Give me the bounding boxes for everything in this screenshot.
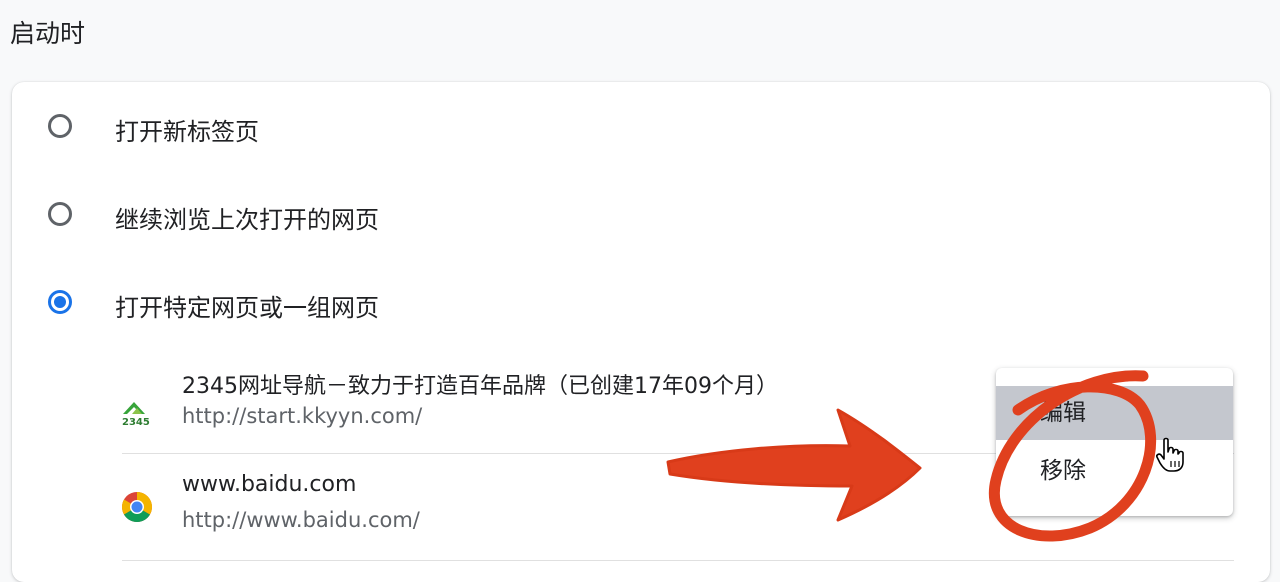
- page-url: http://start.kkyyn.com/: [182, 404, 423, 428]
- context-menu: 编辑 移除: [996, 368, 1233, 516]
- page-url: http://www.baidu.com/: [182, 508, 420, 532]
- startup-option-new-tab[interactable]: 打开新标签页: [12, 98, 1270, 158]
- startup-option-label: 打开新标签页: [115, 118, 259, 146]
- page-title: www.baidu.com: [182, 472, 357, 497]
- hand-pointer-cursor-icon: [1156, 437, 1184, 472]
- startup-option-label: 打开特定网页或一组网页: [115, 294, 379, 322]
- divider: [122, 560, 1234, 561]
- section-title: 启动时: [10, 19, 86, 48]
- radio-continue[interactable]: [48, 202, 72, 226]
- 2345-logo-text: 2345: [122, 417, 150, 428]
- chrome-icon: [121, 492, 153, 523]
- startup-option-label: 继续浏览上次打开的网页: [115, 206, 379, 234]
- startup-option-specific-pages[interactable]: 打开特定网页或一组网页: [12, 274, 1270, 334]
- 2345-logo-icon: 2345: [122, 402, 150, 428]
- startup-option-continue[interactable]: 继续浏览上次打开的网页: [12, 186, 1270, 246]
- page-title: 2345网址导航－致力于打造百年品牌（已创建17年09个月）: [182, 374, 778, 399]
- menu-item-edit[interactable]: 编辑: [996, 386, 1233, 440]
- radio-specific-pages[interactable]: [48, 290, 72, 314]
- menu-item-remove[interactable]: 移除: [996, 444, 1233, 498]
- radio-new-tab[interactable]: [48, 114, 72, 138]
